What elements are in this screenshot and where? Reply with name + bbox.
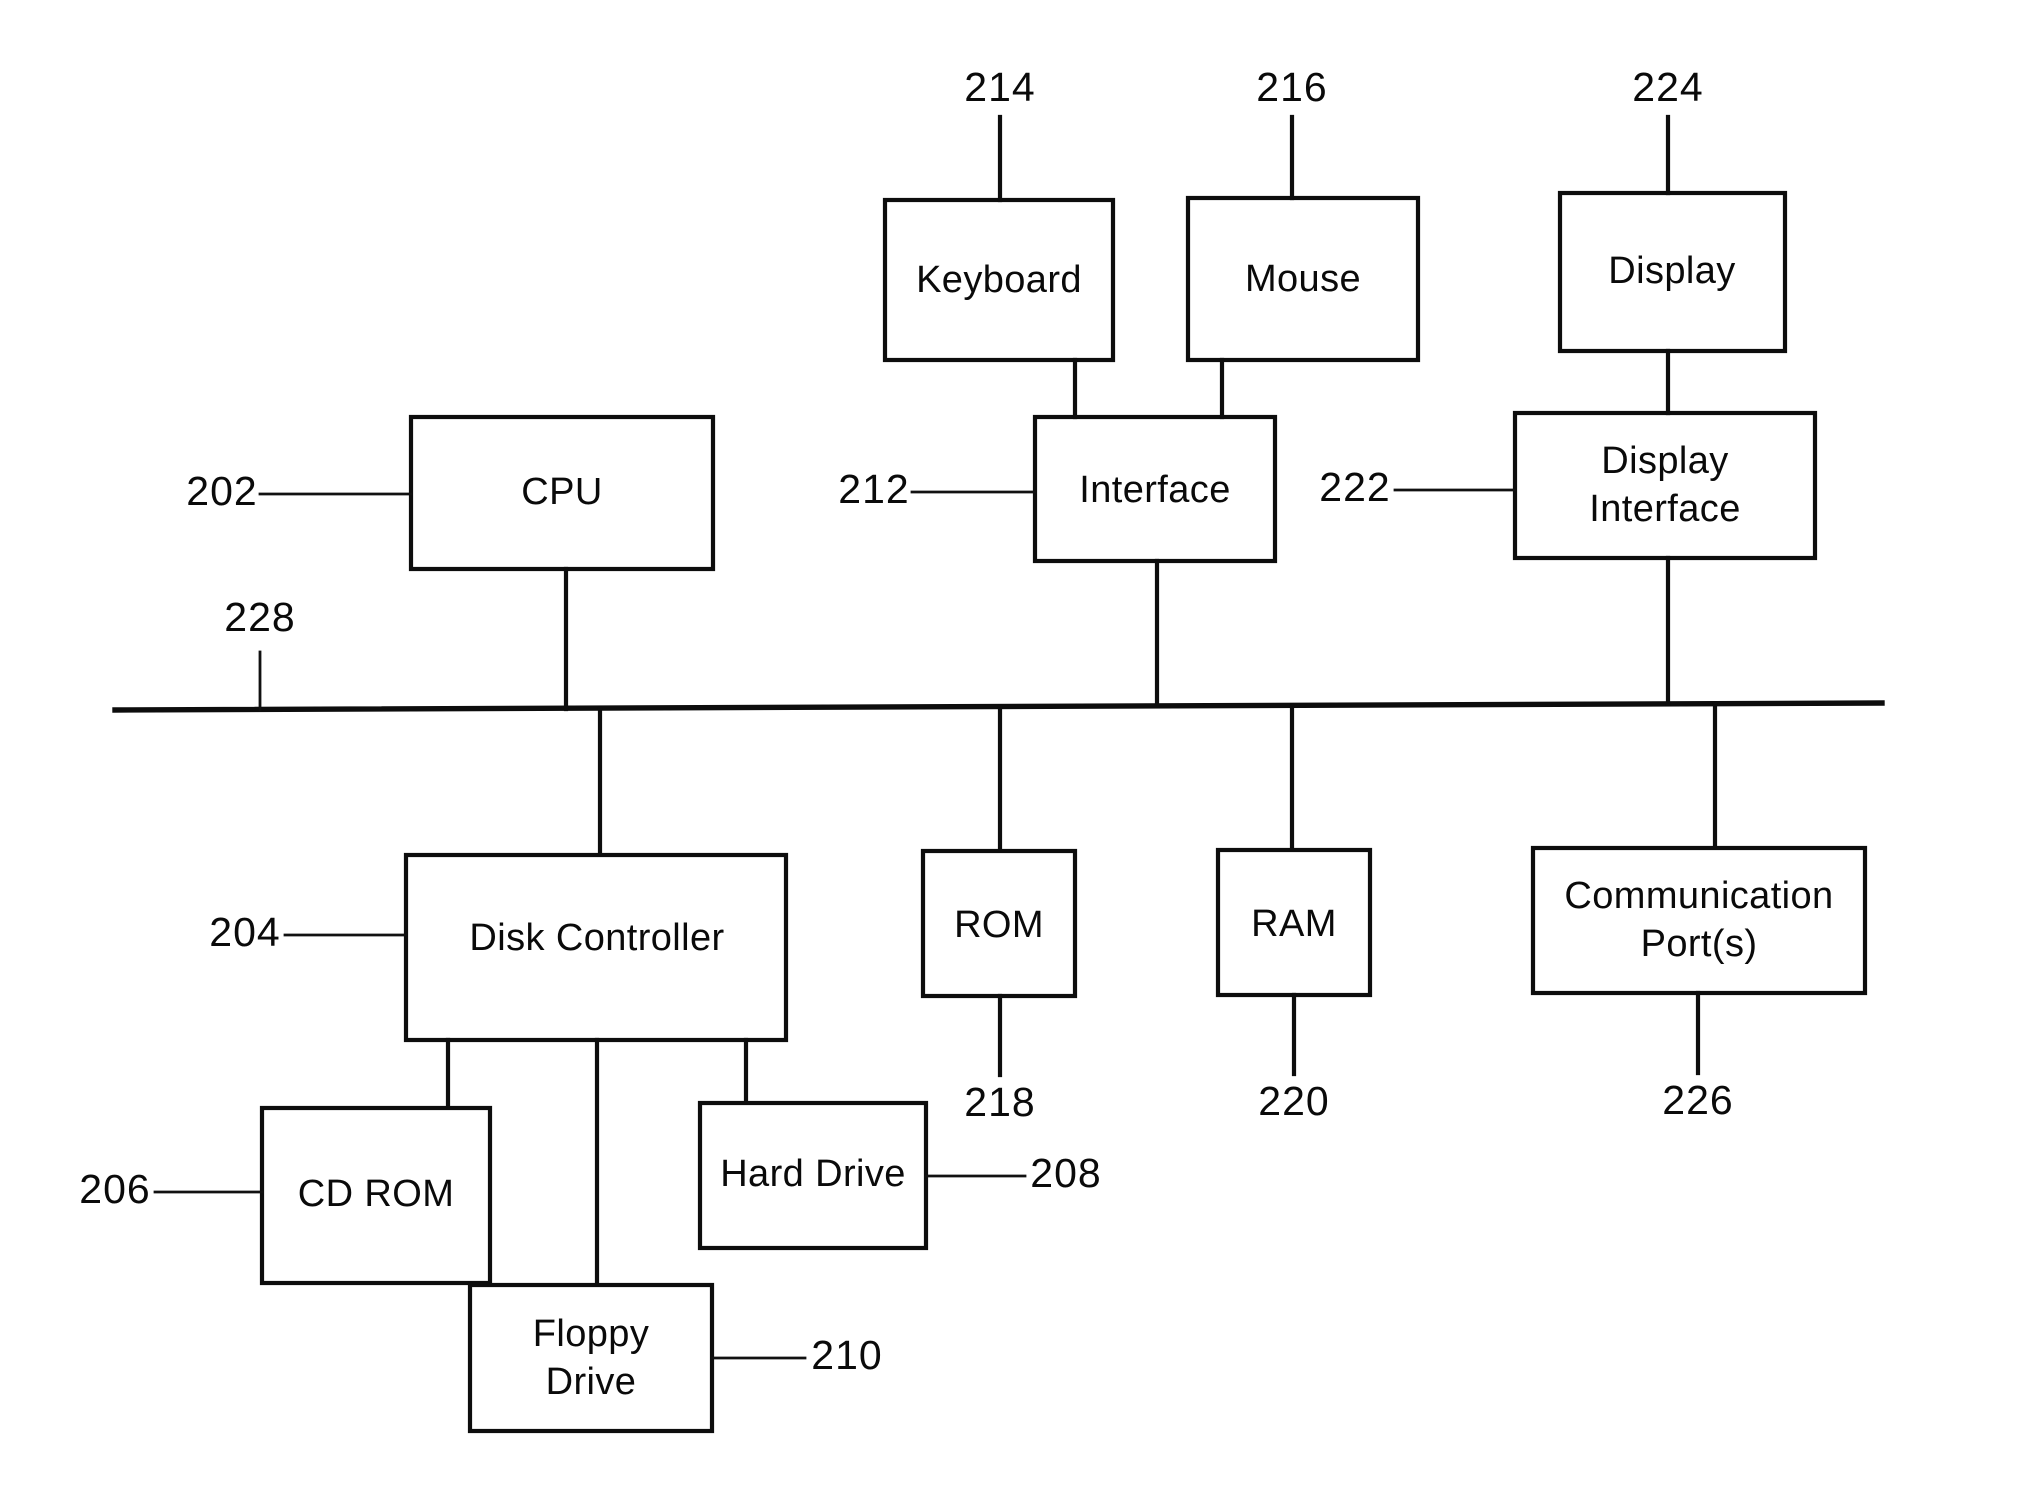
communication-ports-label-line1: Communication (1564, 875, 1833, 917)
node-display-interface: Display Interface (1512, 410, 1818, 561)
display-interface-box (1512, 410, 1818, 561)
hard-drive-label: Hard Drive (720, 1153, 906, 1195)
communication-ports-label-line2: Port(s) (1641, 923, 1758, 965)
node-mouse: Mouse (1185, 195, 1421, 363)
communication-ports-box (1530, 845, 1868, 996)
mouse-label: Mouse (1245, 258, 1361, 300)
node-hard-drive: Hard Drive (697, 1100, 929, 1251)
interface-label: Interface (1079, 469, 1230, 511)
node-rom: ROM (920, 848, 1078, 999)
ref-number-216: 216 (1256, 64, 1327, 110)
ram-label: RAM (1251, 903, 1337, 945)
ref-number-228: 228 (224, 594, 295, 640)
diagram-canvas: Keyboard 214 Mouse 216 Display 224 CPU 2… (79, 64, 1885, 1434)
node-interface: Interface (1032, 414, 1278, 564)
floppy-drive-box (467, 1282, 715, 1434)
node-ram: RAM (1215, 847, 1373, 998)
rom-label: ROM (954, 904, 1044, 946)
ref-number-202: 202 (186, 468, 257, 514)
ref-number-212: 212 (838, 466, 909, 512)
ref-number-218: 218 (964, 1079, 1035, 1125)
ref-number-208: 208 (1030, 1150, 1101, 1196)
ref-number-222: 222 (1319, 464, 1390, 510)
display-interface-label-line1: Display (1601, 440, 1728, 482)
patent-figure: Keyboard 214 Mouse 216 Display 224 CPU 2… (0, 0, 2042, 1502)
floppy-drive-label-line1: Floppy (533, 1313, 649, 1355)
display-label: Display (1608, 250, 1735, 292)
ref-number-206: 206 (79, 1166, 150, 1212)
ref-number-210: 210 (811, 1332, 882, 1378)
disk-controller-label: Disk Controller (469, 917, 724, 959)
cpu-label: CPU (521, 471, 602, 513)
node-cd-rom: CD ROM (259, 1105, 493, 1286)
node-floppy-drive: Floppy Drive (467, 1282, 715, 1434)
display-interface-label-line2: Interface (1589, 488, 1740, 530)
ref-number-204: 204 (209, 909, 280, 955)
ref-number-224: 224 (1632, 64, 1703, 110)
node-display: Display (1557, 190, 1788, 354)
cd-rom-label: CD ROM (298, 1173, 455, 1215)
node-cpu: CPU (408, 414, 716, 572)
floppy-drive-label-line2: Drive (546, 1361, 637, 1403)
keyboard-label: Keyboard (916, 259, 1082, 301)
ref-number-220: 220 (1258, 1078, 1329, 1124)
ref-number-226: 226 (1662, 1077, 1733, 1123)
node-keyboard: Keyboard (882, 197, 1116, 363)
ref-number-214: 214 (964, 64, 1035, 110)
node-disk-controller: Disk Controller (403, 852, 789, 1043)
node-communication-ports: Communication Port(s) (1530, 845, 1868, 996)
